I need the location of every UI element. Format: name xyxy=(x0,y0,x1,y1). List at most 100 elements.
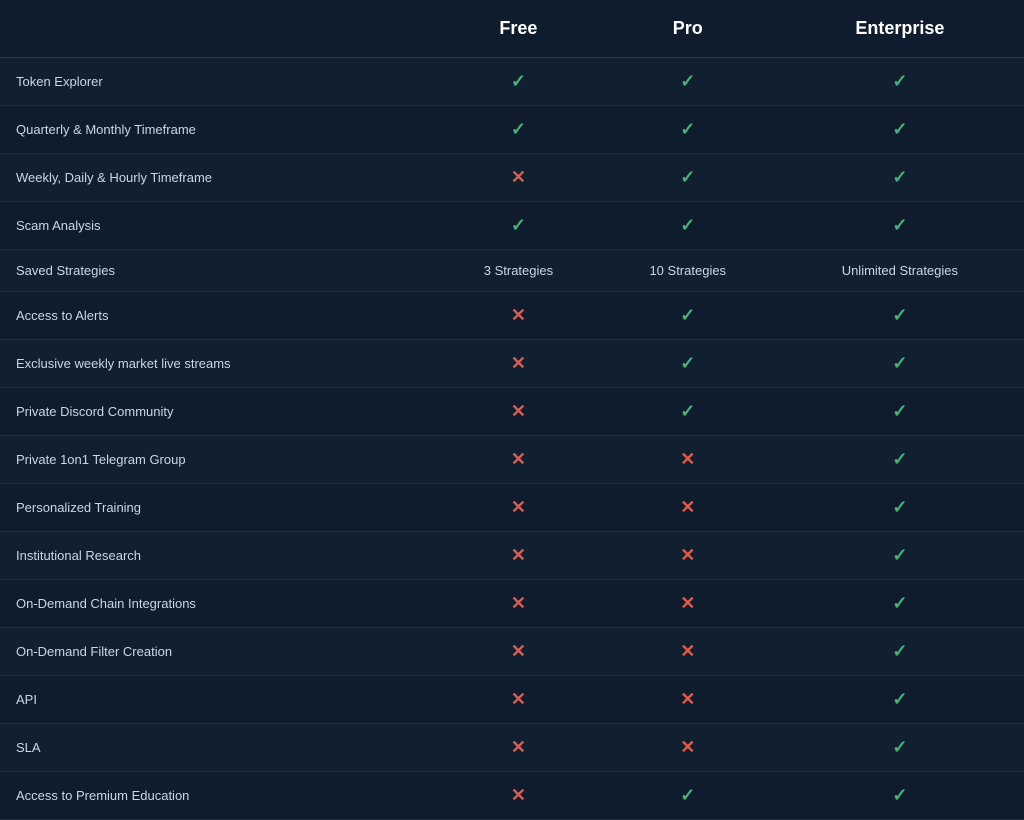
cross-icon: ✕ xyxy=(680,545,695,565)
pro-cell: ✕ xyxy=(600,580,776,628)
feature-label: Access to Alerts xyxy=(0,292,437,340)
cross-icon: ✕ xyxy=(511,641,526,661)
strategies-value: 3 Strategies xyxy=(484,263,553,278)
enterprise-cell: ✓ xyxy=(776,676,1024,724)
enterprise-cell: ✓ xyxy=(776,532,1024,580)
cross-icon: ✕ xyxy=(511,449,526,469)
cross-icon: ✕ xyxy=(511,401,526,421)
table-row: Personalized Training ✕ ✕ ✓ xyxy=(0,484,1024,532)
free-cell: ✕ xyxy=(437,436,600,484)
pro-cell: ✓ xyxy=(600,202,776,250)
cross-icon: ✕ xyxy=(680,449,695,469)
pro-cell: ✕ xyxy=(600,436,776,484)
enterprise-cell: ✓ xyxy=(776,772,1024,820)
check-icon: ✓ xyxy=(892,737,907,757)
check-icon: ✓ xyxy=(892,401,907,421)
pro-cell: ✕ xyxy=(600,484,776,532)
free-cell: ✕ xyxy=(437,676,600,724)
feature-label: Saved Strategies xyxy=(0,250,437,292)
table-row: Institutional Research ✕ ✕ ✓ xyxy=(0,532,1024,580)
table-row: SLA ✕ ✕ ✓ xyxy=(0,724,1024,772)
check-icon: ✓ xyxy=(892,71,907,91)
cross-icon: ✕ xyxy=(511,785,526,805)
check-icon: ✓ xyxy=(680,353,695,373)
check-icon: ✓ xyxy=(511,71,526,91)
enterprise-cell: ✓ xyxy=(776,436,1024,484)
free-cell: ✕ xyxy=(437,724,600,772)
enterprise-cell: ✓ xyxy=(776,484,1024,532)
free-column-header: Free xyxy=(437,0,600,58)
feature-label: Access to Premium Education xyxy=(0,772,437,820)
table-row: Scam Analysis✓✓✓ xyxy=(0,202,1024,250)
pro-cell: ✕ xyxy=(600,532,776,580)
table-row: Access to Premium Education✕✓✓ xyxy=(0,772,1024,820)
enterprise-cell: ✓ xyxy=(776,106,1024,154)
enterprise-cell: ✓ xyxy=(776,58,1024,106)
pricing-comparison-table: Free Pro Enterprise Token Explorer✓✓✓Qua… xyxy=(0,0,1024,820)
cross-icon: ✕ xyxy=(511,593,526,613)
table-row: Private Discord Community ✕ ✓ ✓ xyxy=(0,388,1024,436)
cross-icon: ✕ xyxy=(680,689,695,709)
feature-label: On-Demand Chain Integrations xyxy=(0,580,437,628)
strategies-value: Unlimited Strategies xyxy=(842,263,958,278)
pro-cell: ✕ xyxy=(600,724,776,772)
free-cell: 3 Strategies xyxy=(437,250,600,292)
check-icon: ✓ xyxy=(892,353,907,373)
free-cell: ✕ xyxy=(437,772,600,820)
feature-label: API xyxy=(0,676,437,724)
pro-cell: ✓ xyxy=(600,292,776,340)
pro-cell: ✓ xyxy=(600,154,776,202)
check-icon: ✓ xyxy=(892,449,907,469)
pro-cell: ✓ xyxy=(600,58,776,106)
check-icon: ✓ xyxy=(892,497,907,517)
feature-label: Private 1on1 Telegram Group xyxy=(0,436,437,484)
pro-cell: ✕ xyxy=(600,628,776,676)
table-row: Access to Alerts ✕ ✓ ✓ xyxy=(0,292,1024,340)
check-icon: ✓ xyxy=(680,119,695,139)
enterprise-cell: ✓ xyxy=(776,628,1024,676)
check-icon: ✓ xyxy=(680,305,695,325)
pro-cell: 10 Strategies xyxy=(600,250,776,292)
enterprise-cell: ✓ xyxy=(776,202,1024,250)
cross-icon: ✕ xyxy=(511,737,526,757)
cross-icon: ✕ xyxy=(680,737,695,757)
cross-icon: ✕ xyxy=(511,497,526,517)
free-cell: ✕ xyxy=(437,340,600,388)
feature-label: Exclusive weekly market live streams xyxy=(0,340,437,388)
enterprise-column-header: Enterprise xyxy=(776,0,1024,58)
cross-icon: ✕ xyxy=(511,545,526,565)
free-cell: ✓ xyxy=(437,202,600,250)
table-row: On-Demand Filter Creation ✕ ✕ ✓ xyxy=(0,628,1024,676)
check-icon: ✓ xyxy=(892,545,907,565)
feature-column-header xyxy=(0,0,437,58)
feature-label: On-Demand Filter Creation xyxy=(0,628,437,676)
feature-label: Scam Analysis xyxy=(0,202,437,250)
check-icon: ✓ xyxy=(680,167,695,187)
free-cell: ✕ xyxy=(437,292,600,340)
feature-label: SLA xyxy=(0,724,437,772)
table-row: Saved Strategies 3 Strategies 10 Strategie… xyxy=(0,250,1024,292)
enterprise-cell: ✓ xyxy=(776,154,1024,202)
check-icon: ✓ xyxy=(892,305,907,325)
enterprise-cell: ✓ xyxy=(776,724,1024,772)
feature-label: Institutional Research xyxy=(0,532,437,580)
strategies-value: 10 Strategies xyxy=(649,263,726,278)
check-icon: ✓ xyxy=(511,119,526,139)
table-row: Quarterly & Monthly Timeframe ✓ ✓ ✓ xyxy=(0,106,1024,154)
pro-cell: ✓ xyxy=(600,340,776,388)
table-row: Token Explorer ✓ ✓ ✓ xyxy=(0,58,1024,106)
feature-label: Quarterly & Monthly Timeframe xyxy=(0,106,437,154)
check-icon: ✓ xyxy=(892,215,907,235)
feature-label: Token Explorer xyxy=(0,58,437,106)
check-icon: ✓ xyxy=(892,641,907,661)
pro-cell: ✓ xyxy=(600,388,776,436)
cross-icon: ✕ xyxy=(511,305,526,325)
enterprise-cell: ✓ xyxy=(776,388,1024,436)
check-icon: ✓ xyxy=(680,401,695,421)
check-icon: ✓ xyxy=(892,167,907,187)
feature-label: Personalized Training xyxy=(0,484,437,532)
free-cell: ✕ xyxy=(437,580,600,628)
check-icon: ✓ xyxy=(892,785,907,805)
feature-label: Private Discord Community xyxy=(0,388,437,436)
check-icon: ✓ xyxy=(892,593,907,613)
